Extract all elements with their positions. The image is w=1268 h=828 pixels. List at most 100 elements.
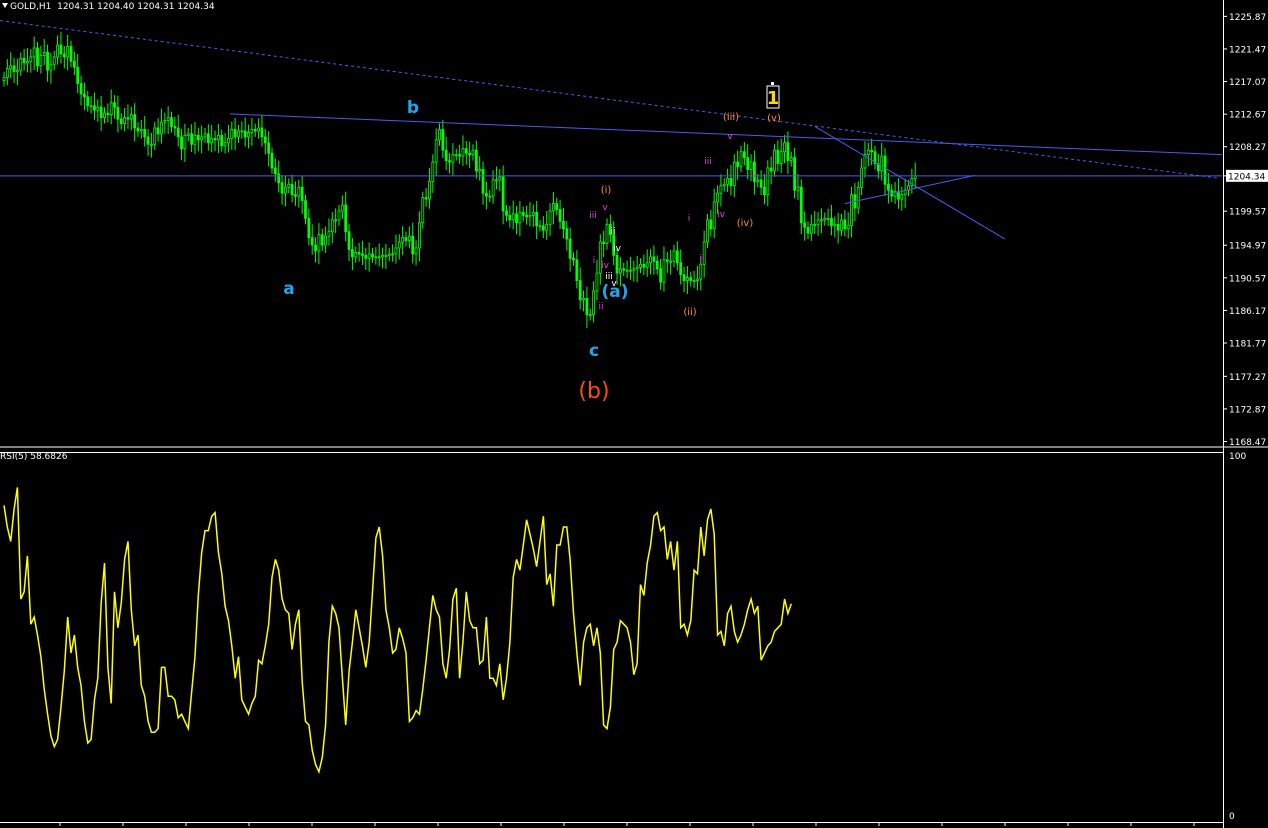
rsi-line: [3, 487, 793, 775]
candle-body: [679, 262, 683, 276]
candle-body: [739, 151, 743, 167]
triangle-lower-line[interactable]: [844, 174, 976, 205]
candle-body: [136, 127, 140, 132]
candle-body: [809, 223, 813, 234]
candle-body: [374, 256, 378, 259]
wave-label: iv: [613, 244, 622, 254]
candle-body: [515, 213, 518, 224]
price-axis[interactable]: 1225.87 1221.47 1217.07 1212.67 1208.27 1204.…: [1223, 13, 1268, 448]
trendlines[interactable]: [0, 20, 1223, 240]
candle-body: [113, 102, 116, 108]
candle-body: [789, 157, 793, 161]
candle-body: [833, 223, 837, 227]
candle-body: [629, 269, 632, 272]
candle-body: [62, 53, 66, 58]
candle-body: [297, 186, 301, 197]
candle-body: [79, 83, 83, 95]
candle-body: [552, 203, 555, 212]
price-tick-label: 1186.17: [1229, 307, 1266, 317]
candle-body: [645, 262, 649, 268]
candle-body: [582, 297, 585, 301]
candle-body: [153, 127, 157, 145]
price-tick-label: 1208.27: [1229, 143, 1266, 153]
candle-body: [223, 142, 227, 147]
candle-body: [103, 112, 106, 119]
candle-body: [283, 186, 287, 194]
candle-body: [2, 77, 6, 81]
candle-body: [706, 219, 709, 243]
candle-body: [474, 149, 478, 172]
candle-body: [763, 186, 766, 196]
candle-body: [682, 274, 686, 281]
candle-body: [478, 169, 482, 172]
candle-body: [186, 133, 190, 136]
wave-label: iii: [704, 157, 712, 167]
candle-body: [521, 212, 525, 216]
candle-body: [776, 149, 780, 164]
candle-body: [803, 222, 807, 228]
candle-body: [471, 149, 475, 156]
candle-body: [759, 179, 763, 188]
candle-body: [696, 278, 699, 281]
candle-body: [39, 55, 43, 67]
candle-body: [662, 259, 666, 283]
candle-body: [381, 254, 384, 258]
candle-body: [836, 223, 840, 231]
candle-body: [428, 180, 431, 200]
candle-body: [59, 44, 63, 55]
candle-body: [210, 137, 214, 144]
candle-body: [230, 129, 234, 139]
candle-body: [149, 143, 153, 146]
candle-body: [19, 57, 23, 71]
candle-body: [407, 235, 411, 241]
candle-body: [32, 47, 36, 58]
price-tick-label: 1172.87: [1229, 405, 1266, 415]
candle-body: [595, 272, 599, 292]
candle-body: [783, 142, 786, 153]
wave-label: i: [688, 214, 691, 224]
candle-body: [830, 217, 833, 227]
candle-body: [304, 200, 307, 219]
candle-body: [183, 134, 187, 150]
price-tick-label: 1221.47: [1229, 45, 1266, 55]
candle-body: [193, 134, 197, 145]
candle-body: [672, 250, 676, 262]
rsi-series: [3, 487, 793, 775]
wave-label: ii: [610, 227, 615, 237]
wave-label: b: [407, 98, 419, 118]
candle-body: [397, 241, 401, 249]
candle-body: [206, 133, 210, 144]
rsi-tick-label: 0: [1229, 812, 1235, 822]
candle-body: [364, 254, 368, 259]
candle-body: [324, 235, 328, 246]
candle-body: [652, 256, 656, 262]
candle-body: [367, 253, 371, 259]
candle-body: [357, 252, 361, 255]
candle-body: [746, 157, 750, 170]
price-tick-label: 1190.57: [1229, 274, 1266, 284]
candle-body: [716, 192, 719, 203]
candle-body: [813, 223, 817, 226]
candle-body: [227, 137, 230, 144]
candle-body: [712, 201, 716, 230]
candle-body: [36, 47, 39, 67]
candle-body: [391, 253, 395, 256]
candle-body: [233, 129, 237, 138]
candle-body: [649, 256, 652, 264]
candle-body: [458, 154, 462, 157]
candle-body: [350, 249, 354, 258]
candle-body: [635, 266, 639, 270]
candle-body: [736, 161, 740, 167]
candle-body: [722, 183, 726, 187]
candle-body: [498, 176, 502, 181]
candle-body: [267, 142, 271, 154]
candle-body: [72, 60, 76, 68]
candle-body: [505, 210, 508, 216]
candle-body: [29, 56, 33, 62]
dashed-trendline[interactable]: [0, 20, 1221, 179]
candle-body: [220, 134, 224, 147]
candle-body: [699, 263, 703, 280]
price-chart[interactable]: abc(b)1(i)(ii)(iii)(iv)(v)(a)iiiviiiivii…: [0, 0, 1268, 828]
candle-body: [709, 219, 713, 230]
candle-body: [307, 217, 311, 239]
